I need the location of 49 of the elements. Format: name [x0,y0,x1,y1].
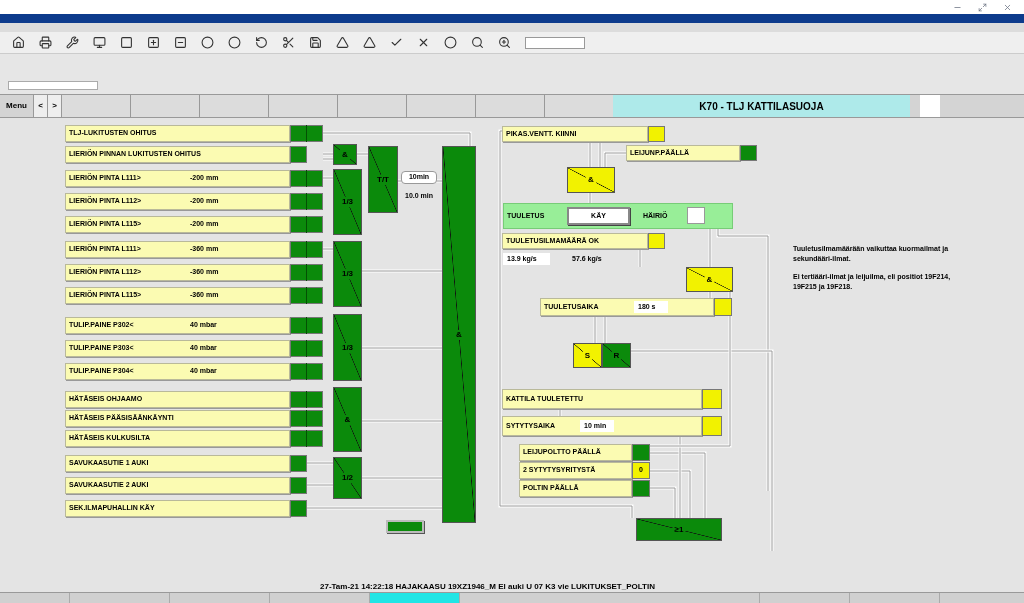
logic-gate: & [442,146,476,523]
toolbar-icon[interactable] [12,36,25,49]
header-cell[interactable] [545,95,614,117]
input-field[interactable] [8,81,98,90]
toolbar-icon[interactable] [498,36,511,49]
toolbar-icon[interactable] [336,36,349,49]
toolbar-icon[interactable] [471,36,484,49]
back-button[interactable]: < [34,95,48,117]
toolbar-icon[interactable] [444,36,457,49]
header-cell[interactable] [200,95,269,117]
header-cell[interactable] [62,95,131,117]
toolbar-icon[interactable] [201,36,214,49]
toolbar-icon[interactable] [417,36,430,49]
header-box [920,95,940,117]
logic-gate: & [686,267,733,292]
forward-button[interactable]: > [48,95,62,117]
header-cell[interactable] [131,95,200,117]
logic-gate: 1/3 [333,314,362,381]
maximize-icon[interactable] [978,2,987,12]
logic-gate: T/T [368,146,398,213]
logic-gate: R [602,343,631,368]
zoom-combo[interactable] [525,36,585,49]
alarm-line: 27-Tam-21 14:22:18 HAJAKAASU 19XZ1946_M El auki U 07 K3 vie LUKITUKSET_POLTIN [320,580,655,593]
toolbar-icon[interactable] [147,36,160,49]
toolbar-icon[interactable] [174,36,187,49]
logic-gate: & [333,387,362,452]
header-cell[interactable] [407,95,476,117]
toolbar-icon[interactable] [255,36,268,49]
logic-gate: 1/2 [333,457,362,499]
logic-gate: 1/3 [333,169,362,235]
toolbar-icon[interactable] [66,36,79,49]
close-icon[interactable] [1003,2,1012,12]
header-cell[interactable] [476,95,545,117]
toolbar-icon[interactable] [309,36,322,49]
toolbar-icon[interactable] [120,36,133,49]
toolbar-icon[interactable] [363,36,376,49]
logic-gate: & [567,167,615,193]
logic-gate: 1/3 [333,241,362,307]
toolbar-icon[interactable] [93,36,106,49]
logic-gate: ≥1 [636,518,722,541]
toolbar-icon[interactable] [228,36,241,49]
toolbar-icon[interactable] [390,36,403,49]
header-cell[interactable] [338,95,407,117]
page-title: K70 - TLJ KATTILASUOJA [613,95,910,117]
logic-gate: & [333,144,357,165]
logic-gate: S [573,343,602,368]
toolbar-icon[interactable] [39,36,52,49]
toolbar-icon[interactable] [282,36,295,49]
header-cell[interactable] [269,95,338,117]
